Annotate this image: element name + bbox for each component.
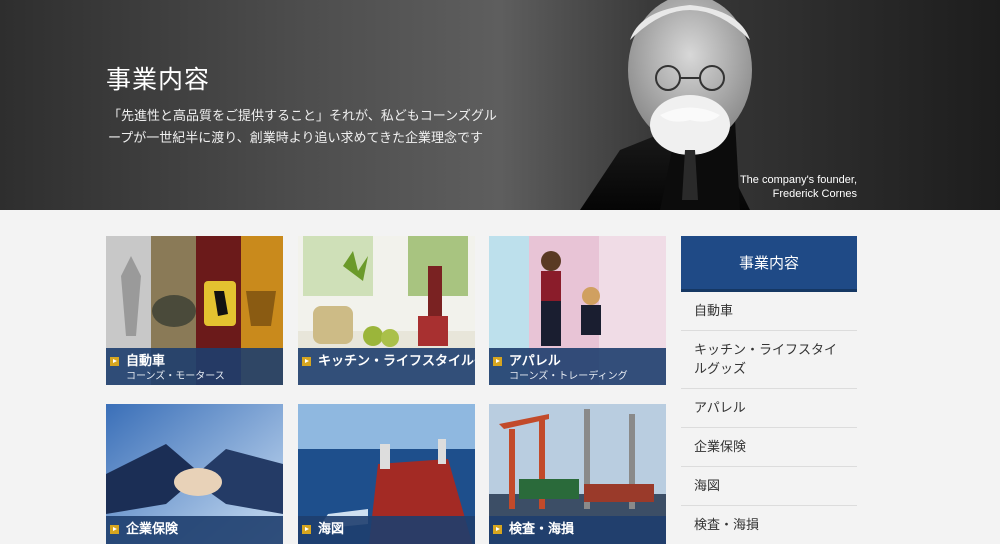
card-label: 企業保険: [106, 516, 283, 544]
page-title: 事業内容: [106, 65, 211, 94]
card-label: キッチン・ライフスタイルグッズ: [298, 348, 475, 385]
founder-caption: The company's founder, Frederick Cornes: [739, 174, 857, 200]
card-nautical-charts[interactable]: 海図: [298, 404, 475, 544]
card-label: 自動車 コーンズ・モータース: [106, 348, 283, 385]
sidebar-item-kitchen[interactable]: キッチン・ライフスタイルグッズ: [681, 331, 857, 389]
card-label: アパレル コーンズ・トレーディング: [489, 348, 666, 385]
hero-description: 「先進性と高品質をご提供すること」それが、私どもコーンズグループが一世紀半に渡り…: [108, 109, 497, 146]
arrow-icon: [493, 357, 502, 366]
card-kitchen[interactable]: キッチン・ライフスタイルグッズ: [298, 236, 475, 385]
card-automobile[interactable]: 自動車 コーンズ・モータース: [106, 236, 283, 385]
sidebar-item-nautical-charts[interactable]: 海図: [681, 467, 857, 506]
arrow-icon: [110, 525, 119, 534]
sidebar-nav: 事業内容 自動車 キッチン・ライフスタイルグッズ アパレル 企業保険 海図 検査…: [681, 236, 857, 544]
sidebar-header: 事業内容: [681, 236, 857, 292]
card-apparel[interactable]: アパレル コーンズ・トレーディング: [489, 236, 666, 385]
card-insurance[interactable]: 企業保険: [106, 404, 283, 544]
card-label: 海図: [298, 516, 475, 544]
sidebar-item-automobile[interactable]: 自動車: [681, 292, 857, 331]
sidebar-item-apparel[interactable]: アパレル: [681, 389, 857, 428]
arrow-icon: [110, 357, 119, 366]
arrow-icon: [302, 525, 311, 534]
sidebar-item-inspection[interactable]: 検査・海損: [681, 506, 857, 544]
arrow-icon: [302, 357, 311, 366]
arrow-icon: [493, 525, 502, 534]
card-label: 検査・海損: [489, 516, 666, 544]
hero-banner: 事業内容 「先進性と高品質をご提供すること」それが、私どもコーンズグループが一世…: [0, 0, 1000, 210]
sidebar-item-insurance[interactable]: 企業保険: [681, 428, 857, 467]
card-inspection[interactable]: 検査・海損: [489, 404, 666, 544]
